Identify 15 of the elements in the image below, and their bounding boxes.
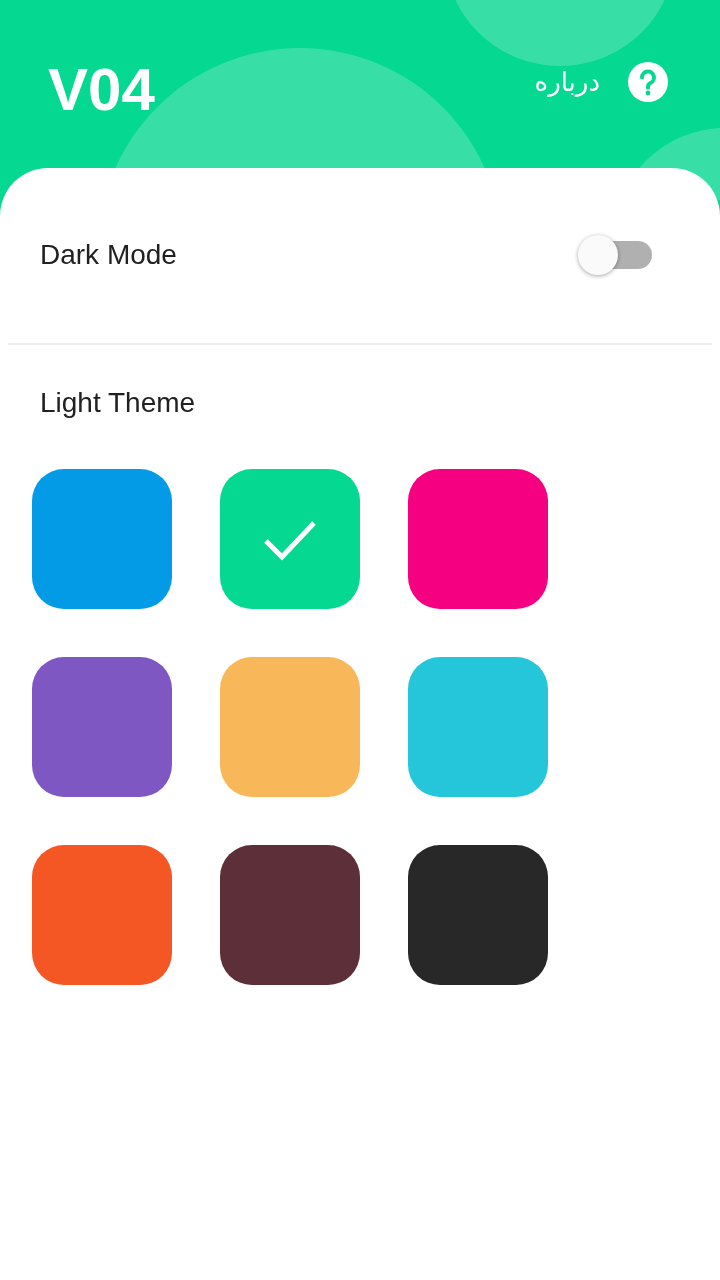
section-title: Light Theme <box>39 386 197 420</box>
color-swatch[interactable] <box>32 657 172 797</box>
color-swatch[interactable] <box>408 657 548 797</box>
help-icon[interactable] <box>628 62 668 102</box>
color-swatch[interactable] <box>408 469 548 609</box>
dark-mode-label: Dark Mode <box>40 239 177 271</box>
color-swatch[interactable] <box>408 845 548 985</box>
color-swatch[interactable] <box>220 469 360 609</box>
color-swatch[interactable] <box>32 469 172 609</box>
color-swatch[interactable] <box>220 845 360 985</box>
color-swatch[interactable] <box>220 657 360 797</box>
app-title: V04 <box>48 55 155 125</box>
about-link[interactable]: درباره <box>534 67 600 97</box>
color-swatch[interactable] <box>32 845 172 985</box>
dark-mode-switch[interactable] <box>578 233 654 277</box>
